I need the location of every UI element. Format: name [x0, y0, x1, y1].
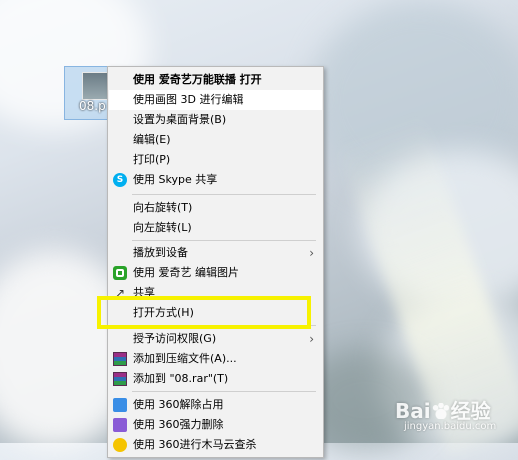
menu-item-grant-access[interactable]: 授予访问权限(G) ›: [109, 329, 322, 349]
chevron-right-icon: ›: [309, 246, 314, 260]
menu-item-open-with-iqiyi-player[interactable]: 使用 爱奇艺万能联播 打开: [109, 70, 322, 90]
context-menu: 使用 爱奇艺万能联播 打开 使用画图 3D 进行编辑 设置为桌面背景(B) 编辑…: [107, 66, 324, 458]
menu-item-label: 编辑(E): [133, 133, 171, 146]
menu-item-label: 向右旋转(T): [133, 201, 193, 214]
menu-item-label: 使用 360强力删除: [133, 418, 224, 431]
menu-separator: [132, 240, 316, 241]
skype-icon: S: [113, 173, 127, 187]
watermark-url: jingyan.baidu.com: [404, 421, 497, 432]
menu-item-label: 使用 Skype 共享: [133, 173, 218, 186]
menu-item-label: 播放到设备: [133, 246, 188, 259]
menu-item-edit[interactable]: 编辑(E): [109, 130, 322, 150]
menu-item-360-force-delete[interactable]: 使用 360强力删除: [109, 415, 322, 435]
menu-item-label: 添加到压缩文件(A)...: [133, 352, 237, 365]
menu-item-360-unlock[interactable]: 使用 360解除占用: [109, 395, 322, 415]
menu-item-label: 向左旋转(L): [133, 221, 192, 234]
menu-item-share-with-skype[interactable]: S 使用 Skype 共享: [109, 170, 322, 190]
menu-item-label: 使用 爱奇艺万能联播 打开: [133, 73, 262, 86]
menu-separator: [132, 391, 316, 392]
menu-item-360-trojan-scan[interactable]: 使用 360进行木马云查杀: [109, 435, 322, 455]
highlight-frame: [97, 296, 311, 329]
menu-item-add-to-archive[interactable]: 添加到压缩文件(A)...: [109, 349, 322, 369]
watermark-brand-right: 经验: [450, 399, 491, 423]
menu-separator: [132, 194, 316, 195]
menu-item-edit-with-iqiyi[interactable]: 使用 爱奇艺 编辑图片: [109, 263, 322, 283]
menu-item-rotate-right[interactable]: 向右旋转(T): [109, 198, 322, 218]
menu-item-label: 添加到 "08.rar"(T): [133, 372, 229, 385]
watermark-brand-left: Bai: [395, 399, 431, 423]
360-scan-icon: [113, 438, 127, 452]
menu-item-label: 使用 360解除占用: [133, 398, 224, 411]
menu-item-label: 使用画图 3D 进行编辑: [133, 93, 244, 106]
baidu-watermark: Bai 经验: [395, 395, 491, 424]
menu-item-label: 使用 爱奇艺 编辑图片: [133, 266, 239, 279]
menu-item-rotate-left[interactable]: 向左旋转(L): [109, 218, 322, 238]
winrar-icon: [113, 352, 127, 366]
chevron-right-icon: ›: [309, 332, 314, 346]
image-thumbnail-icon: [82, 72, 110, 100]
menu-item-label: 打印(P): [133, 153, 171, 166]
file-name: 08.p: [79, 99, 106, 113]
winrar-icon: [113, 372, 127, 386]
menu-item-cast-to-device[interactable]: 播放到设备 ›: [109, 243, 322, 263]
menu-item-set-desktop-background[interactable]: 设置为桌面背景(B): [109, 110, 322, 130]
iqiyi-icon: [113, 266, 127, 280]
menu-item-add-to-08-rar[interactable]: 添加到 "08.rar"(T): [109, 369, 322, 389]
menu-item-print[interactable]: 打印(P): [109, 150, 322, 170]
baidu-paw-icon: [431, 403, 450, 419]
menu-item-label: 使用 360进行木马云查杀: [133, 438, 257, 451]
menu-item-edit-with-paint3d[interactable]: 使用画图 3D 进行编辑: [109, 90, 322, 110]
menu-item-label: 授予访问权限(G): [133, 332, 217, 345]
menu-item-label: 设置为桌面背景(B): [133, 113, 227, 126]
360-delete-icon: [113, 418, 127, 432]
360-unlock-icon: [113, 398, 127, 412]
